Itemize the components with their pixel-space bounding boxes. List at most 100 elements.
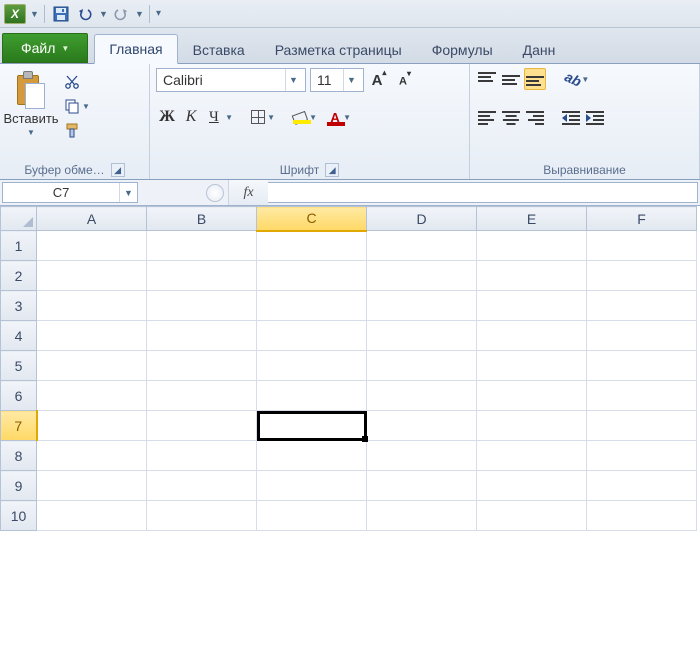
- cell[interactable]: [37, 321, 147, 351]
- cell[interactable]: [37, 231, 147, 261]
- borders-button[interactable]: ▼: [246, 106, 278, 128]
- column-header[interactable]: A: [37, 207, 147, 231]
- cell[interactable]: [477, 471, 587, 501]
- cell[interactable]: [147, 501, 257, 531]
- cell[interactable]: [37, 441, 147, 471]
- cell[interactable]: [477, 441, 587, 471]
- cell[interactable]: [257, 441, 367, 471]
- cell[interactable]: [477, 231, 587, 261]
- align-bottom-button[interactable]: [524, 68, 546, 90]
- tab-data[interactable]: Данн: [508, 35, 571, 64]
- cell[interactable]: [37, 261, 147, 291]
- cell[interactable]: [37, 411, 147, 441]
- align-right-button[interactable]: [524, 106, 546, 128]
- align-middle-button[interactable]: [500, 68, 522, 90]
- row-header[interactable]: 3: [1, 291, 37, 321]
- tab-page-layout[interactable]: Разметка страницы: [260, 35, 417, 64]
- cell[interactable]: [147, 441, 257, 471]
- row-header[interactable]: 6: [1, 381, 37, 411]
- orientation-button[interactable]: ab▼: [560, 68, 592, 90]
- cell[interactable]: [477, 261, 587, 291]
- row-header[interactable]: 5: [1, 351, 37, 381]
- redo-caret[interactable]: ▼: [135, 9, 143, 19]
- column-header[interactable]: F: [587, 207, 697, 231]
- cell[interactable]: [147, 471, 257, 501]
- cell[interactable]: [257, 291, 367, 321]
- paste-button[interactable]: Вставить ▼: [6, 68, 56, 140]
- cell[interactable]: [257, 261, 367, 291]
- cell[interactable]: [587, 381, 697, 411]
- cell[interactable]: [367, 381, 477, 411]
- align-center-button[interactable]: [500, 106, 522, 128]
- tab-file[interactable]: Файл ▼: [2, 33, 88, 63]
- cell[interactable]: [147, 351, 257, 381]
- row-header[interactable]: 10: [1, 501, 37, 531]
- cell[interactable]: [37, 291, 147, 321]
- bold-button[interactable]: Ж: [156, 106, 178, 128]
- cell[interactable]: [477, 381, 587, 411]
- cell[interactable]: [257, 471, 367, 501]
- row-header[interactable]: 9: [1, 471, 37, 501]
- cell[interactable]: [147, 261, 257, 291]
- cell[interactable]: [587, 471, 697, 501]
- name-box[interactable]: C7 ▼: [2, 182, 138, 203]
- cell[interactable]: [147, 291, 257, 321]
- cell[interactable]: [477, 501, 587, 531]
- cell[interactable]: [477, 411, 587, 441]
- cell[interactable]: [477, 321, 587, 351]
- cell[interactable]: [367, 351, 477, 381]
- clipboard-dialog-launcher[interactable]: ◢: [111, 163, 125, 177]
- increase-font-size-button[interactable]: A▴: [368, 69, 390, 91]
- undo-caret[interactable]: ▼: [99, 9, 107, 19]
- cell[interactable]: [477, 351, 587, 381]
- cell[interactable]: [257, 501, 367, 531]
- cell[interactable]: [587, 291, 697, 321]
- cell[interactable]: [367, 441, 477, 471]
- app-icon[interactable]: [4, 4, 26, 24]
- row-header[interactable]: 8: [1, 441, 37, 471]
- format-painter-button[interactable]: [62, 120, 92, 140]
- cell[interactable]: [587, 501, 697, 531]
- cell[interactable]: [367, 261, 477, 291]
- decrease-font-size-button[interactable]: A▾: [394, 69, 416, 91]
- worksheet-grid[interactable]: ABCDEF12345678910: [0, 206, 700, 531]
- cut-button[interactable]: [62, 72, 92, 92]
- column-header[interactable]: D: [367, 207, 477, 231]
- font-dialog-launcher[interactable]: ◢: [325, 163, 339, 177]
- cell[interactable]: [367, 471, 477, 501]
- fill-color-button[interactable]: ▼: [288, 106, 320, 128]
- cell[interactable]: [37, 471, 147, 501]
- cell[interactable]: [587, 231, 697, 261]
- cell[interactable]: [367, 501, 477, 531]
- select-all-corner[interactable]: [1, 207, 37, 231]
- cell[interactable]: [587, 441, 697, 471]
- align-left-button[interactable]: [476, 106, 498, 128]
- font-color-button[interactable]: A▼: [322, 106, 354, 128]
- cell[interactable]: [367, 411, 477, 441]
- column-header[interactable]: B: [147, 207, 257, 231]
- cell[interactable]: [367, 321, 477, 351]
- font-size-combo[interactable]: 11 ▼: [310, 68, 364, 92]
- formula-input[interactable]: [268, 182, 698, 203]
- cell[interactable]: [367, 291, 477, 321]
- cell[interactable]: [37, 501, 147, 531]
- cell[interactable]: [587, 261, 697, 291]
- redo-icon[interactable]: [111, 4, 131, 24]
- row-header[interactable]: 1: [1, 231, 37, 261]
- cell[interactable]: [147, 321, 257, 351]
- tab-home[interactable]: Главная: [94, 34, 177, 64]
- cell[interactable]: [587, 321, 697, 351]
- row-header[interactable]: 2: [1, 261, 37, 291]
- cell[interactable]: [257, 411, 367, 441]
- cell[interactable]: [147, 411, 257, 441]
- cell[interactable]: [367, 231, 477, 261]
- app-menu-caret[interactable]: ▼: [30, 9, 38, 19]
- font-name-combo[interactable]: Calibri ▼: [156, 68, 306, 92]
- cell[interactable]: [257, 351, 367, 381]
- underline-button[interactable]: Ч▼: [204, 106, 236, 128]
- insert-function-button[interactable]: fx: [228, 180, 268, 205]
- increase-indent-button[interactable]: [584, 106, 606, 128]
- cell[interactable]: [587, 351, 697, 381]
- tab-formulas[interactable]: Формулы: [417, 35, 508, 64]
- cell[interactable]: [147, 231, 257, 261]
